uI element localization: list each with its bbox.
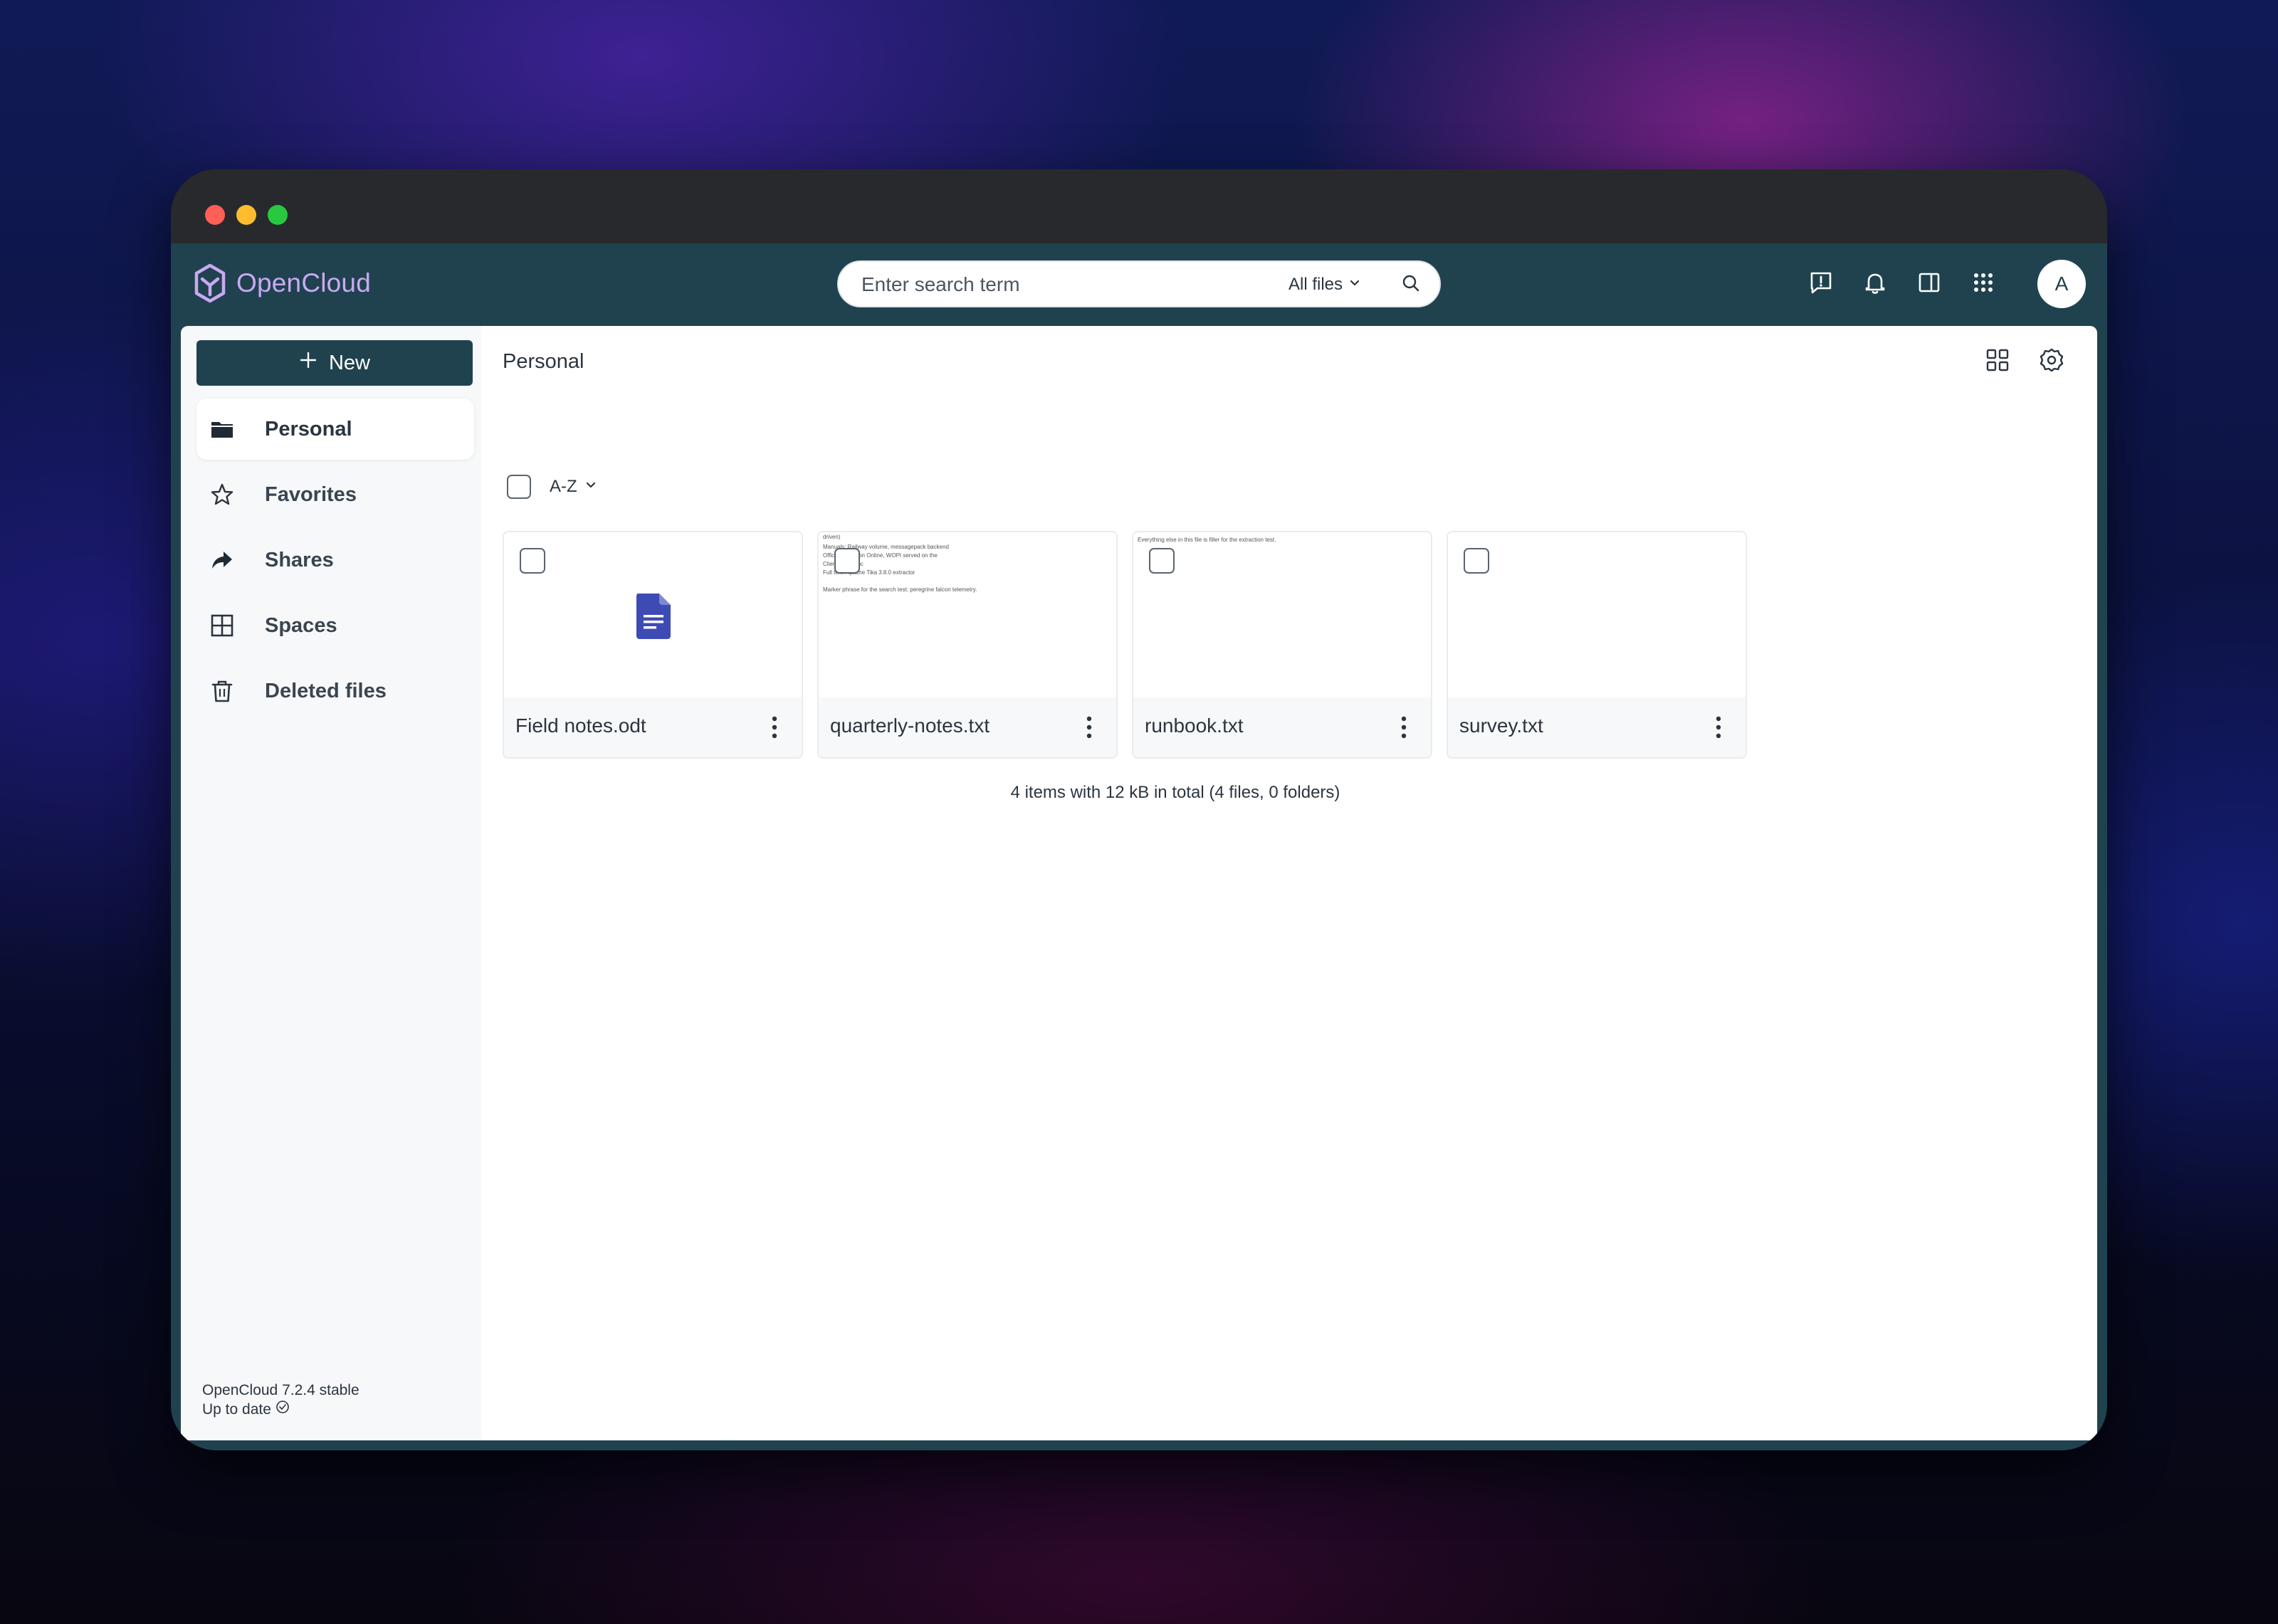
close-window-button[interactable] [205,205,225,225]
file-preview: driven) Manuals: Railway volume, message… [819,532,1116,700]
sidebar-item-favorites[interactable]: Favorites [196,464,474,525]
file-tile-footer: survey.txt [1448,697,1746,757]
file-preview [1448,532,1746,700]
file-tile-footer: Field notes.odt [504,697,802,757]
more-vertical-icon [772,716,777,739]
file-name[interactable]: runbook.txt [1145,715,1244,737]
version-info: OpenCloud 7.2.4 stable Up to date [202,1381,359,1419]
user-avatar[interactable]: A [2037,260,2086,308]
plus-icon [299,351,317,375]
maximize-window-button[interactable] [268,205,288,225]
opencloud-logo-icon [194,263,226,303]
search-bar: All files [837,260,1441,307]
title-bar [171,169,2107,243]
chevron-down-icon [1348,275,1361,295]
file-tile[interactable]: Field notes.odt [503,531,803,759]
sort-label: A-Z [550,477,577,496]
sidebar-item-deleted-files[interactable]: Deleted files [196,660,474,722]
file-name[interactable]: quarterly-notes.txt [830,715,990,737]
trash-icon [208,677,236,705]
files-toolbar: A-Z [507,473,597,501]
apps-grid-icon [1970,270,1996,299]
files-summary: 4 items with 12 kB in total (4 files, 0 … [481,783,2097,803]
files-summary-text: 4 items with 12 kB in total (4 files, 0 … [1010,783,1340,802]
sidebar-item-label: Personal [265,417,352,441]
file-tile-footer: quarterly-notes.txt [819,697,1116,757]
file-checkbox[interactable] [520,548,545,574]
document-file-icon [635,594,672,643]
file-preview: Everything else in this file is filler f… [1133,532,1431,700]
app-frame: OpenCloud All files [171,243,2107,1450]
view-options [1983,347,2066,376]
file-tile[interactable]: Everything else in this file is filler f… [1132,531,1432,759]
file-tile-footer: runbook.txt [1133,697,1431,757]
search-scope-dropdown[interactable]: All files [1288,272,1361,297]
search-scope-label: All files [1288,275,1343,294]
spaces-grid-icon [208,611,236,640]
more-vertical-icon [1401,716,1407,739]
file-checkbox[interactable] [1149,548,1175,574]
sidebar: New Personal Favorites Shares Spaces Del… [181,326,481,1440]
file-tile[interactable]: driven) Manuals: Railway volume, message… [817,531,1118,759]
file-actions-button[interactable] [1395,713,1412,742]
file-tile[interactable]: survey.txt [1447,531,1747,759]
version-label: OpenCloud 7.2.4 stable [202,1382,359,1398]
tiles-view-icon [1985,348,2010,376]
files-view: Personal A-Z Field notes.odt driven) Man… [481,326,2097,1440]
preview-line: Marker phrase for the search test: pereg… [823,586,977,593]
notifications-button[interactable] [1861,270,1889,298]
files-grid: Field notes.odt driven) Manuals: Railway… [503,531,1747,759]
chevron-down-icon [584,477,597,497]
app-switcher-button[interactable] [1969,270,1998,298]
more-vertical-icon [1086,716,1092,739]
search-icon [1401,273,1421,297]
file-actions-button[interactable] [1081,713,1098,742]
display-settings-button[interactable] [2037,347,2066,376]
file-actions-button[interactable] [766,713,783,742]
preview-line: driven) [823,534,841,540]
top-bar: OpenCloud All files [171,243,2107,326]
feedback-icon [1808,270,1834,299]
file-actions-button[interactable] [1710,713,1727,742]
sidebar-item-spaces[interactable]: Spaces [196,595,474,656]
file-name[interactable]: survey.txt [1459,715,1543,737]
share-icon [208,546,236,574]
app-window: OpenCloud All files [171,169,2107,1450]
view-mode-button[interactable] [1983,347,2012,376]
sidebar-nav: Personal Favorites Shares Spaces Deleted… [196,399,474,726]
folder-icon [208,415,236,443]
sidebar-item-label: Spaces [265,613,337,637]
new-button[interactable]: New [196,340,473,386]
breadcrumb[interactable]: Personal [503,350,584,374]
sidebar-panel-icon [1916,270,1942,299]
search-input[interactable] [860,269,1261,300]
update-status-label: Up to date [202,1401,271,1418]
sort-dropdown[interactable]: A-Z [550,477,597,497]
new-button-label: New [328,351,370,374]
search-button[interactable] [1397,272,1425,297]
file-preview [504,532,802,700]
more-vertical-icon [1716,716,1721,739]
file-checkbox[interactable] [834,548,860,574]
brand-logo-link[interactable]: OpenCloud [194,262,371,305]
sidebar-item-shares[interactable]: Shares [196,529,474,591]
file-name[interactable]: Field notes.odt [515,715,646,737]
sidebar-item-label: Shares [265,548,334,571]
toggle-sidebar-button[interactable] [1915,270,1943,298]
check-circle-icon [275,1400,290,1419]
update-status: Up to date [202,1400,359,1419]
preview-line: Everything else in this file is filler f… [1138,537,1276,543]
sidebar-item-label: Favorites [265,483,357,506]
sidebar-item-personal[interactable]: Personal [196,399,474,460]
sidebar-item-label: Deleted files [265,679,387,702]
feedback-button[interactable] [1807,270,1835,298]
header-actions: A [1807,259,2086,309]
minimize-window-button[interactable] [236,205,256,225]
select-all-checkbox[interactable] [507,475,531,499]
app-name: OpenCloud [236,268,371,297]
star-icon [208,480,236,509]
gear-icon [2040,348,2064,376]
bell-icon [1862,270,1888,299]
file-checkbox[interactable] [1464,548,1489,574]
